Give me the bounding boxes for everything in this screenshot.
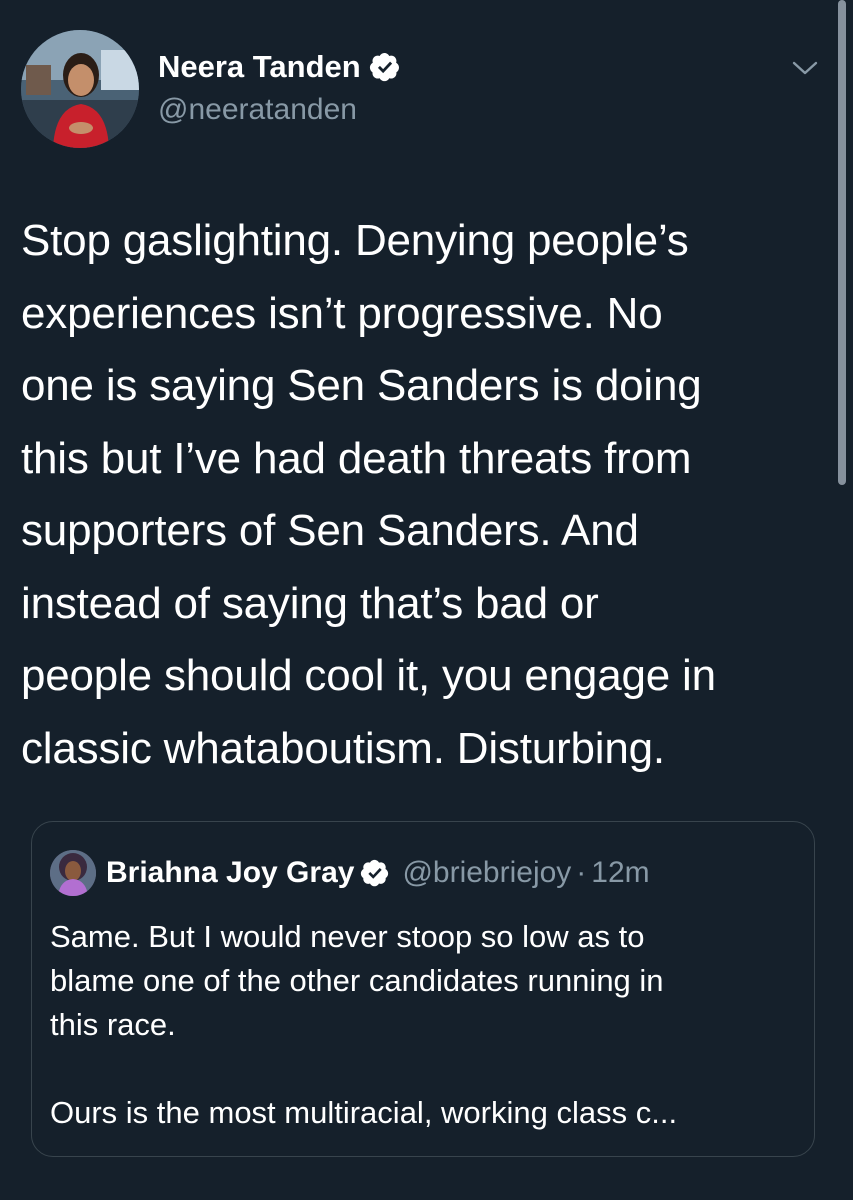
verified-icon: [369, 51, 401, 83]
quoted-tweet-header: Briahna Joy Gray @briebriejoy · 12m: [50, 850, 650, 896]
tweet-text-line: people should cool it, you engage in: [21, 651, 716, 700]
quoted-tweet-text: Same. But I would never stoop so low as …: [50, 915, 800, 1135]
author-avatar[interactable]: [21, 30, 139, 148]
scrollbar[interactable]: [838, 0, 846, 485]
quoted-text-line: this race.: [50, 1007, 176, 1042]
quoted-tweet-time[interactable]: 12m: [591, 856, 649, 890]
quoted-tweet-card[interactable]: Briahna Joy Gray @briebriejoy · 12m Same…: [31, 821, 815, 1157]
author-name-row[interactable]: Neera Tanden: [158, 49, 401, 85]
tweet-text-line: this but I’ve had death threats from: [21, 433, 692, 483]
quoted-author-avatar[interactable]: [50, 850, 96, 896]
quoted-author-handle[interactable]: @briebriejoy: [402, 856, 571, 890]
separator-dot: ·: [576, 856, 587, 889]
author-handle[interactable]: @neeratanden: [158, 93, 357, 127]
tweet-text-line: one is saying Sen Sanders is doing: [21, 361, 702, 410]
quoted-text-line: Same. But I would never stoop so low as …: [50, 919, 645, 954]
quoted-author-name[interactable]: Briahna Joy Gray: [106, 856, 354, 890]
author-avatar-image: [21, 30, 139, 148]
quoted-text-line: Ours is the most multiracial, working cl…: [50, 1095, 678, 1130]
quoted-text-blank-line: [50, 1047, 800, 1091]
chevron-down-icon[interactable]: [788, 56, 822, 80]
verified-icon: [360, 858, 390, 888]
tweet-text-line: instead of saying that’s bad or: [21, 578, 599, 628]
quoted-text-line: blame one of the other candidates runnin…: [50, 963, 664, 998]
tweet-text-line: supporters of Sen Sanders. And: [21, 506, 639, 555]
tweet-text-line: Stop gaslighting. Denying people’s: [21, 216, 689, 265]
tweet-text-line: experiences isn’t progressive. No: [21, 288, 663, 338]
tweet-text-line: classic whataboutism. Disturbing.: [21, 723, 665, 773]
author-name[interactable]: Neera Tanden: [158, 49, 361, 85]
tweet: Neera Tanden @neeratanden Stop gaslighti…: [0, 0, 853, 1200]
tweet-text: Stop gaslighting. Denying people’s exper…: [21, 205, 821, 785]
